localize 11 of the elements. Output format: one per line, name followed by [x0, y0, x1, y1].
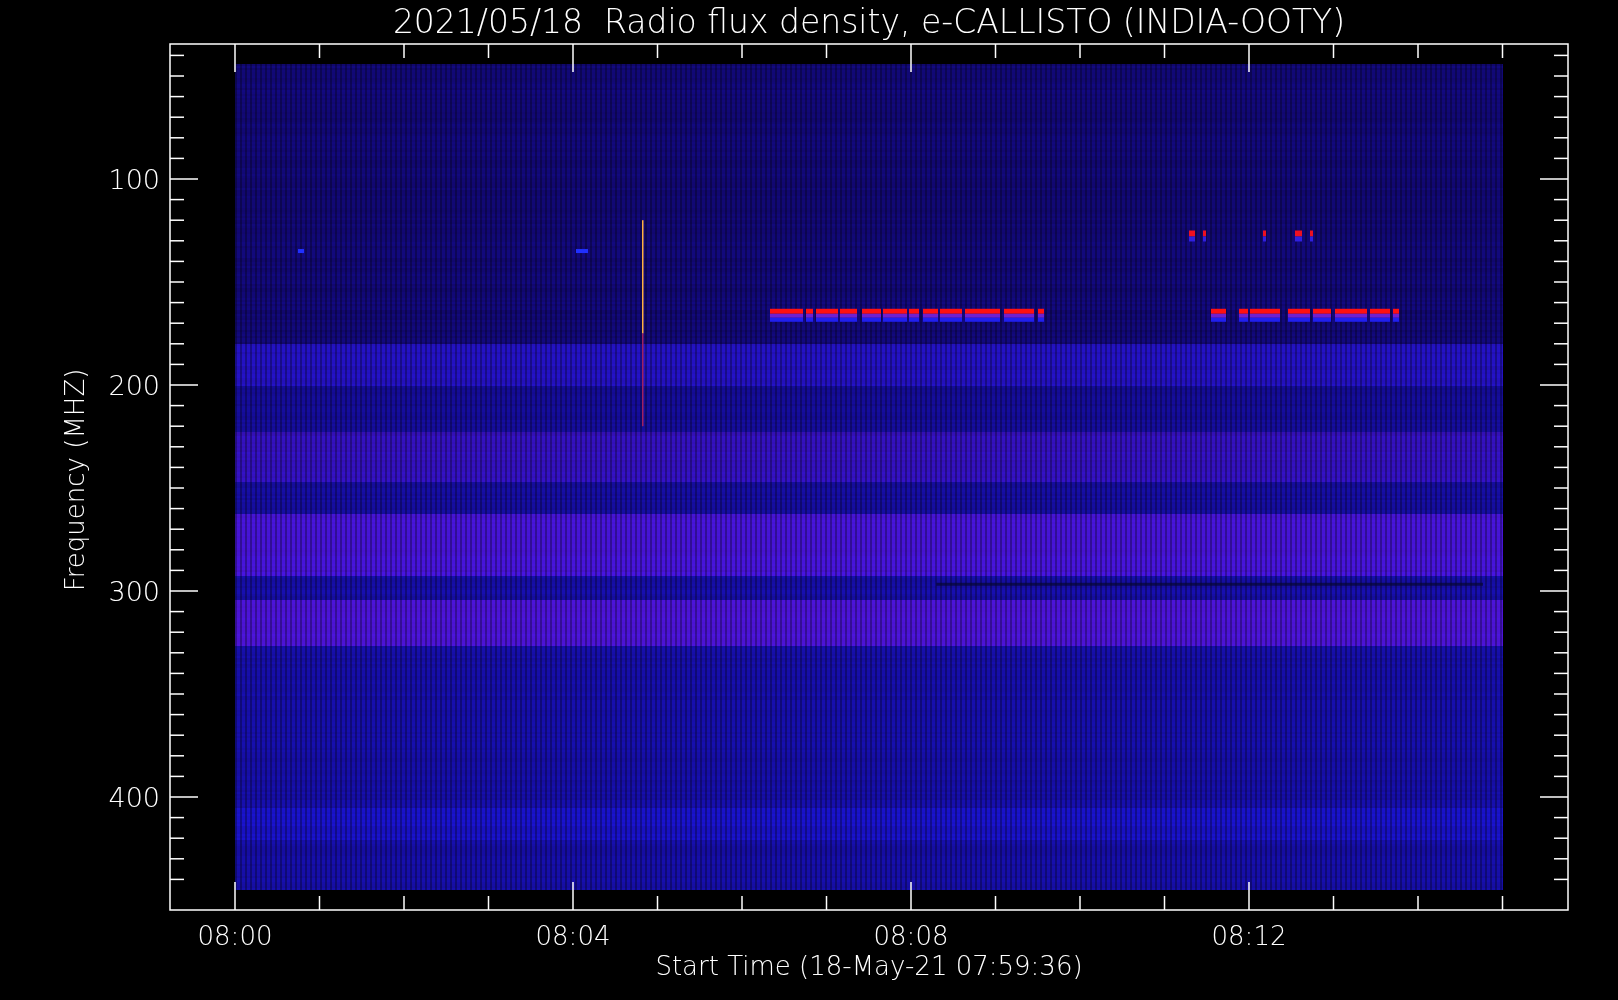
tick-label: 100 — [108, 164, 160, 195]
tick-label: 08:04 — [535, 921, 611, 951]
axis-label: Start Time (18-May-21 07:59:36) — [655, 951, 1083, 981]
tick-label: 300 — [108, 576, 160, 607]
tick-label: 08:12 — [1211, 921, 1287, 951]
tick-label: 400 — [108, 782, 160, 813]
chart-title: 2021/05/18 Radio flux density, e-CALLISTO (INDIA-OOTY) — [392, 2, 1346, 41]
axis-label: Frequency (MHZ) — [60, 368, 90, 592]
tick-label: 200 — [108, 370, 160, 401]
tick-label: 08:08 — [873, 921, 949, 951]
tick-label: 08:00 — [197, 921, 273, 951]
